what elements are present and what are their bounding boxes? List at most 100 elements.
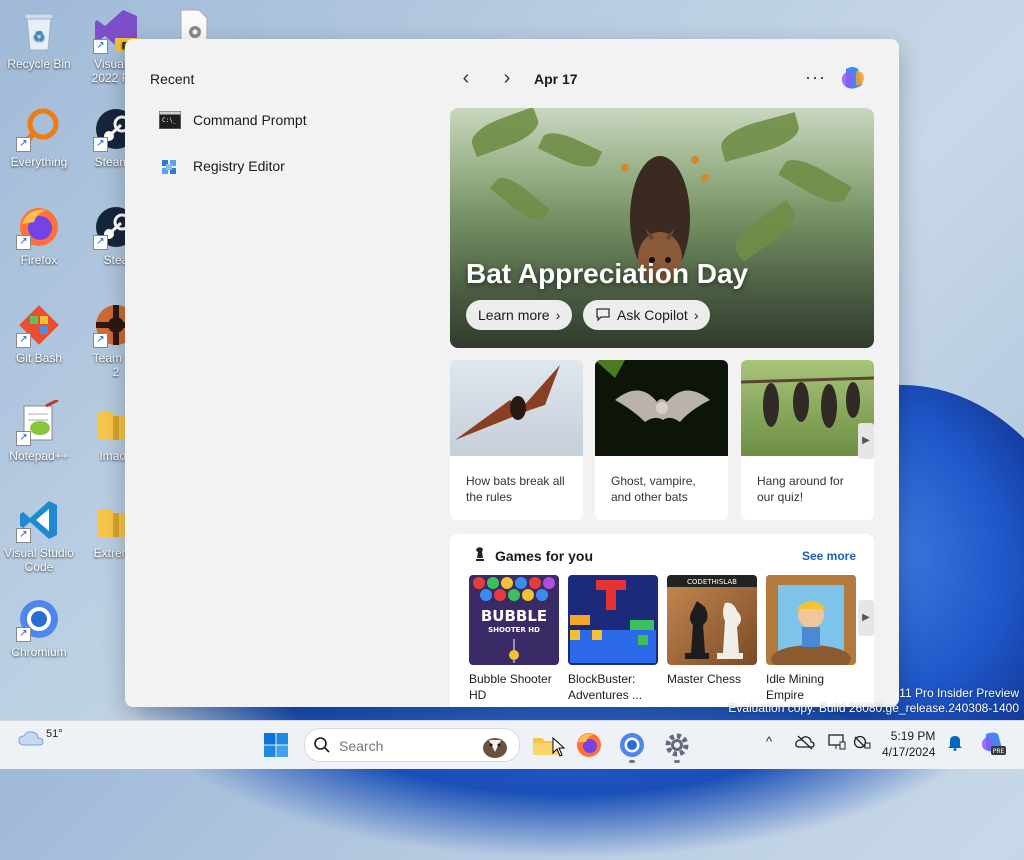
hero-story[interactable]: Bat Appreciation Day Learn more › Ask Co… bbox=[450, 108, 874, 348]
story-card-hang-around[interactable]: Hang around for our quiz! bbox=[741, 360, 874, 520]
desktop-icon-chromium[interactable]: ↗ Chromium bbox=[0, 596, 79, 659]
chromium-taskbar-button[interactable] bbox=[617, 730, 647, 760]
onedrive-cloud-icon[interactable] bbox=[795, 734, 815, 753]
command-prompt-icon: C:\_ bbox=[159, 111, 181, 129]
registry-editor-icon bbox=[159, 157, 181, 175]
bubble-shooter-art-subtext: SHOOTER HD bbox=[488, 626, 540, 634]
game-idle-mining[interactable]: Idle Mining Empire bbox=[766, 575, 856, 703]
desktop-icon-label: Notepad++ bbox=[9, 449, 69, 463]
recent-item-label: Registry Editor bbox=[193, 158, 285, 174]
git-bash-icon: ↗ bbox=[16, 302, 62, 348]
everything-icon: ↗ bbox=[16, 106, 62, 152]
desktop-icon-label: Everything bbox=[10, 155, 68, 169]
weather-widget[interactable]: 51° bbox=[18, 728, 63, 751]
hero-title: Bat Appreciation Day bbox=[466, 258, 749, 289]
windows-logo-icon bbox=[264, 733, 288, 757]
display-icon[interactable] bbox=[828, 734, 846, 753]
desktop-icon-recycle-bin[interactable]: ♻ Recycle Bin bbox=[0, 8, 79, 71]
chat-bubble-icon bbox=[595, 306, 611, 325]
game-master-chess[interactable]: CODETHISLAB Master Chess bbox=[667, 575, 757, 687]
games-section: Games for you See more BUBBLE SHOOTER HD… bbox=[450, 534, 874, 707]
chevron-right-icon: › bbox=[555, 307, 561, 323]
game-thumbnail bbox=[766, 575, 856, 665]
hero-leaf bbox=[778, 152, 852, 210]
desktop-icon-vscode[interactable]: ↗ Visual Studio Code bbox=[0, 497, 79, 574]
copilot-preview-icon[interactable]: PRE bbox=[980, 730, 1006, 759]
gear-icon bbox=[665, 733, 689, 757]
network-disconnected-icon[interactable] bbox=[853, 734, 871, 753]
hero-leaf bbox=[489, 171, 551, 227]
clock[interactable]: 5:19 PM 4/17/2024 bbox=[882, 728, 935, 760]
master-chess-art-text: CODETHISLAB bbox=[687, 578, 737, 586]
firefox-icon: ↗ bbox=[16, 204, 62, 250]
games-heading: Games for you bbox=[495, 548, 594, 564]
card-caption: Ghost, vampire, and other bats bbox=[611, 474, 696, 504]
taskbar-search-box[interactable] bbox=[304, 728, 520, 762]
search-icon bbox=[313, 736, 331, 759]
game-thumbnail: BUBBLE SHOOTER HD bbox=[469, 575, 559, 665]
learn-more-label: Learn more bbox=[478, 307, 550, 323]
taskbar: 51° ^ 5:19 PM 4/17/20 bbox=[0, 720, 1024, 769]
desktop-icon-label-line2: Code bbox=[24, 560, 54, 574]
recycle-bin-icon: ♻ bbox=[16, 8, 62, 54]
next-arrow-icon[interactable]: › bbox=[495, 67, 519, 91]
recent-item-registry-editor[interactable]: Registry Editor bbox=[159, 157, 285, 175]
firefox-icon bbox=[577, 733, 601, 757]
game-bubble-shooter[interactable]: BUBBLE SHOOTER HD Bubble Shooter HD bbox=[469, 575, 559, 703]
learn-more-button[interactable]: Learn more › bbox=[466, 300, 573, 330]
cards-scroll-right-icon[interactable]: ▶ bbox=[858, 423, 874, 459]
svg-text:C:\_: C:\_ bbox=[162, 117, 177, 124]
previous-arrow-icon[interactable]: ‹ bbox=[454, 67, 478, 91]
chromium-icon bbox=[620, 733, 644, 757]
card-caption: How bats break all the rules bbox=[466, 474, 565, 504]
desktop-icon-label: Chromium bbox=[11, 645, 67, 659]
hero-leaf bbox=[537, 126, 603, 174]
desktop-icon-notepad-plus[interactable]: ↗ Notepad++ bbox=[0, 398, 79, 463]
running-indicator bbox=[629, 760, 635, 763]
desktop-icon-git-bash[interactable]: ↗ Git Bash bbox=[0, 302, 79, 365]
recent-item-label: Command Prompt bbox=[193, 112, 307, 128]
show-hidden-icons-chevron-icon[interactable]: ^ bbox=[766, 734, 772, 749]
running-indicator bbox=[674, 760, 680, 763]
games-scroll-right-icon[interactable]: ▶ bbox=[858, 600, 874, 636]
see-more-link[interactable]: See more bbox=[802, 549, 856, 563]
desktop-icon-label: Recycle Bin bbox=[7, 57, 71, 71]
game-blockbuster[interactable]: BlockBuster: Adventures ... bbox=[568, 575, 658, 703]
hero-leaf bbox=[467, 108, 543, 158]
settings-taskbar-button[interactable] bbox=[662, 730, 692, 760]
bubble-shooter-art-text: BUBBLE bbox=[481, 607, 547, 625]
story-card-bats-rules[interactable]: How bats break all the rules bbox=[450, 360, 583, 520]
game-name: Master Chess bbox=[667, 672, 742, 686]
chromium-icon: ↗ bbox=[16, 596, 62, 642]
more-options-icon[interactable]: ··· bbox=[805, 67, 826, 88]
card-thumbnail bbox=[450, 360, 583, 456]
hero-leaf bbox=[717, 112, 803, 162]
desktop-icon-label: Firefox bbox=[20, 253, 58, 267]
start-button[interactable] bbox=[263, 732, 289, 758]
game-thumbnail bbox=[568, 575, 658, 665]
chess-piece-icon bbox=[472, 546, 488, 562]
card-caption: Hang around for our quiz! bbox=[757, 474, 844, 504]
ask-copilot-label: Ask Copilot bbox=[617, 307, 688, 323]
watermark-line1: 11 Pro Insider Preview bbox=[899, 686, 1019, 700]
clock-date: 4/17/2024 bbox=[882, 745, 936, 759]
cloud-icon bbox=[18, 728, 44, 751]
chevron-right-icon: › bbox=[693, 307, 699, 323]
copilot-icon[interactable] bbox=[838, 63, 868, 93]
widgets-panel: Recent C:\_ Command Prompt Registry Edit… bbox=[125, 39, 899, 707]
ask-copilot-button[interactable]: Ask Copilot › bbox=[583, 300, 711, 330]
recent-item-command-prompt[interactable]: C:\_ Command Prompt bbox=[159, 111, 307, 129]
story-card-ghost-vampire[interactable]: Ghost, vampire, and other bats bbox=[595, 360, 728, 520]
feed-date: Apr 17 bbox=[534, 71, 578, 87]
desktop-icon-label-line1: Visual Studio bbox=[4, 546, 74, 560]
game-name: Bubble Shooter HD bbox=[469, 672, 552, 702]
weather-temperature: 51° bbox=[46, 728, 63, 740]
firefox-taskbar-button[interactable] bbox=[574, 730, 604, 760]
desktop-icon-firefox[interactable]: ↗ Firefox bbox=[0, 204, 79, 267]
evaluation-watermark: 11 Pro Insider Preview Evaluation copy. … bbox=[728, 686, 1019, 716]
notification-bell-icon[interactable] bbox=[947, 733, 963, 754]
mouse-cursor-icon bbox=[552, 736, 566, 762]
clock-time: 5:19 PM bbox=[890, 729, 936, 743]
search-input[interactable] bbox=[337, 737, 471, 755]
desktop-icon-everything[interactable]: ↗ Everything bbox=[0, 106, 79, 169]
